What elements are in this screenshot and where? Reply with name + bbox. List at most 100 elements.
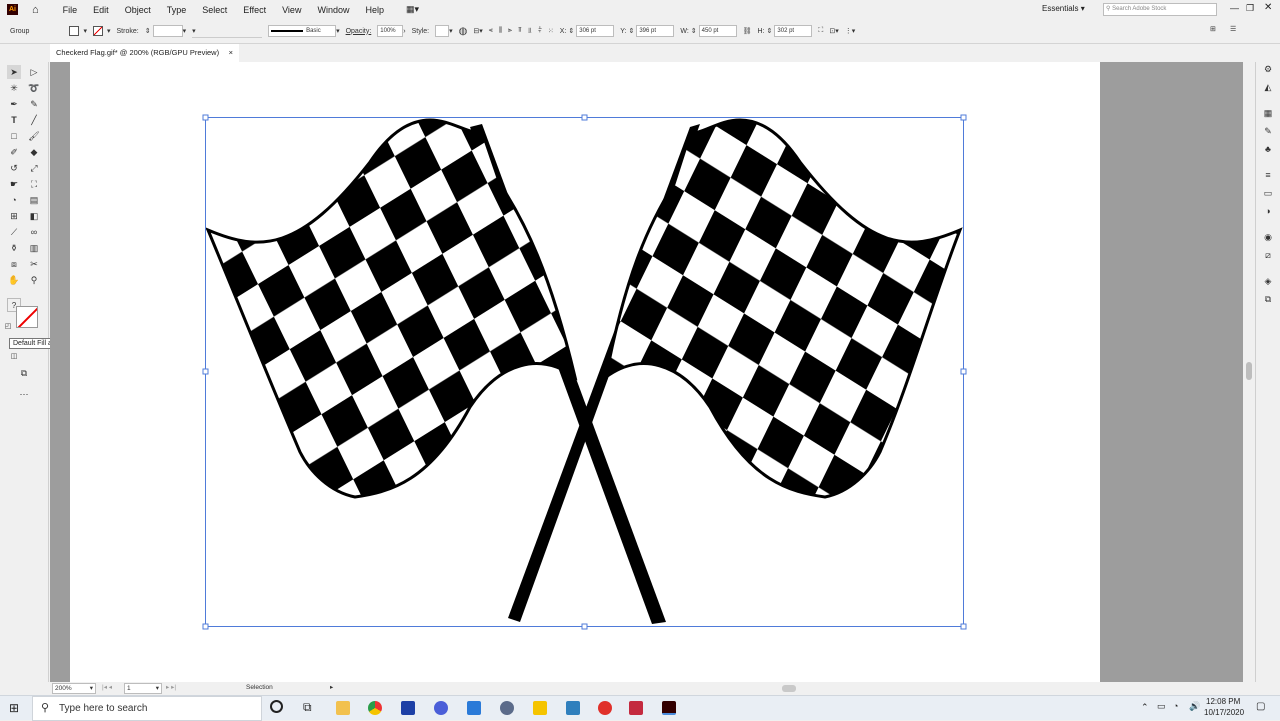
horizontal-scrollbar[interactable]: [342, 685, 1242, 692]
brushes-panel-icon[interactable]: ✎: [1261, 124, 1275, 138]
stroke-none-swatch[interactable]: [16, 306, 38, 328]
align-left-icon[interactable]: ⫷: [489, 24, 493, 38]
artboard-tool-icon[interactable]: ⧈: [7, 257, 21, 271]
close-window-button[interactable]: ✕: [1264, 2, 1272, 13]
screen-mode-icon[interactable]: ⧉: [17, 366, 31, 380]
restore-button[interactable]: ❐: [1246, 3, 1254, 14]
slice-tool-icon[interactable]: ✂: [27, 257, 41, 271]
cortana-icon[interactable]: [270, 700, 283, 713]
wifi-icon[interactable]: ◔: [1173, 701, 1178, 711]
gradient-panel-icon[interactable]: ▭: [1261, 186, 1275, 200]
align-bottom-icon[interactable]: ⫩: [538, 24, 542, 38]
lasso-tool-icon[interactable]: ➰: [27, 81, 41, 95]
clock-date[interactable]: 10/17/2020: [1204, 708, 1244, 717]
document-tab[interactable]: Checkerd Flag.gif* @ 200% (RGB/GPU Previ…: [50, 44, 239, 62]
curvature-tool-icon[interactable]: ✎: [27, 97, 41, 111]
start-button[interactable]: ⊞: [9, 701, 19, 715]
ru-app-icon[interactable]: [401, 701, 415, 715]
edit-toolbar-icon[interactable]: ⋯: [17, 387, 31, 401]
stroke-panel-icon[interactable]: ≡: [1261, 168, 1275, 182]
x-input[interactable]: ⇕ 306 pt: [568, 24, 615, 38]
eyedropper-tool-icon[interactable]: ⟋: [7, 225, 21, 239]
panel-grid-icon[interactable]: ⊞: [1210, 25, 1216, 33]
isolate-icon[interactable]: ⊡▾: [829, 24, 838, 38]
arrange-documents-icon[interactable]: ▦▾: [406, 4, 419, 15]
menu-window[interactable]: Window: [309, 5, 357, 15]
layers-panel-icon[interactable]: ◈: [1261, 274, 1275, 288]
menu-object[interactable]: Object: [117, 5, 159, 15]
blend-tool-icon[interactable]: ∞: [27, 225, 41, 239]
file-explorer-icon[interactable]: [336, 701, 350, 715]
clock-time[interactable]: 12:08 PM: [1206, 697, 1240, 706]
red-app-icon[interactable]: [629, 701, 643, 715]
appearance-panel-icon[interactable]: ◉: [1261, 230, 1275, 244]
symbols-panel-icon[interactable]: ♣: [1261, 142, 1275, 156]
color-panel-icon[interactable]: ▦: [1261, 106, 1275, 120]
opacity-input[interactable]: 100% ›: [377, 24, 406, 38]
close-tab-button[interactable]: ×: [229, 44, 233, 62]
artboard-number-select[interactable]: 1 ▾: [124, 683, 162, 694]
drawing-mode-icon[interactable]: ◫: [7, 350, 21, 364]
shaper-tool-icon[interactable]: ✐: [7, 145, 21, 159]
task-view-icon[interactable]: ⧉: [303, 700, 312, 715]
artboards-panel-icon[interactable]: ⧉: [1261, 292, 1275, 306]
align-middle-icon[interactable]: ⫫: [528, 24, 532, 38]
brush-definition-select[interactable]: Basic ▾: [268, 24, 340, 38]
line-tool-icon[interactable]: ╱: [27, 113, 41, 127]
blue-app-icon[interactable]: [467, 701, 481, 715]
align-center-icon[interactable]: ⫼: [499, 24, 502, 38]
pen-app-icon[interactable]: [434, 701, 448, 715]
libraries-panel-icon[interactable]: ◭: [1261, 80, 1275, 94]
hand-tool-icon[interactable]: ✋: [7, 273, 21, 287]
workspace-switcher[interactable]: Essentials ▾: [1042, 4, 1085, 13]
canvas-area[interactable]: [50, 62, 1243, 682]
variable-width-select[interactable]: ▾: [192, 24, 263, 38]
calculator-app-icon[interactable]: [566, 701, 580, 715]
panel-menu-icon[interactable]: ☰: [1230, 25, 1236, 33]
reference-point-icon[interactable]: ⁙: [548, 24, 554, 38]
tray-chevron-icon[interactable]: ⌃: [1141, 702, 1149, 713]
default-fill-stroke-icon[interactable]: ◰: [1, 320, 15, 334]
symbol-sprayer-tool-icon[interactable]: ⚱: [7, 241, 21, 255]
chrome-icon[interactable]: [368, 701, 382, 715]
rotate-tool-icon[interactable]: ↺: [7, 161, 21, 175]
paintbrush-tool-icon[interactable]: 🖌: [27, 129, 41, 143]
stroke-swatch[interactable]: ▾: [92, 24, 111, 38]
media-app-icon[interactable]: [598, 701, 612, 715]
w-input[interactable]: ⇕ 450 pt: [691, 24, 737, 38]
menu-file[interactable]: File: [55, 5, 86, 15]
eraser-tool-icon[interactable]: ◆: [27, 145, 41, 159]
align-top-icon[interactable]: ⫪: [518, 24, 522, 38]
vertical-scrollbar[interactable]: [1243, 62, 1255, 682]
scroll-thumb[interactable]: [1246, 362, 1252, 380]
zoom-tool-icon[interactable]: ⚲: [27, 273, 41, 287]
type-tool-icon[interactable]: T: [7, 113, 21, 127]
constrain-proportions-icon[interactable]: ⛓: [743, 24, 752, 38]
illustrator-logo[interactable]: Ai: [7, 4, 18, 15]
zoom-select[interactable]: 200% ▾: [52, 683, 96, 694]
scale-tool-icon[interactable]: ⤢: [27, 161, 41, 175]
mesh-tool-icon[interactable]: ⊞: [7, 209, 21, 223]
properties-panel-icon[interactable]: ⚙: [1261, 62, 1275, 76]
artboard[interactable]: [70, 62, 1100, 682]
shape-builder-tool-icon[interactable]: ◔: [7, 193, 21, 207]
recolor-artwork-icon[interactable]: ◍: [459, 24, 468, 38]
gear-app-icon[interactable]: [500, 701, 514, 715]
transparency-panel-icon[interactable]: ◑: [1261, 204, 1275, 218]
menu-effect[interactable]: Effect: [235, 5, 274, 15]
selection-tool-icon[interactable]: ➤: [7, 65, 21, 79]
pen-tool-icon[interactable]: ✒: [7, 97, 21, 111]
fill-swatch[interactable]: ▾: [69, 24, 87, 38]
magic-wand-tool-icon[interactable]: ✳: [7, 81, 21, 95]
horizontal-scroll-thumb[interactable]: [782, 685, 796, 692]
column-graph-tool-icon[interactable]: ▥: [27, 241, 41, 255]
rectangle-tool-icon[interactable]: □: [7, 129, 21, 143]
graphic-style-swatch[interactable]: ▾: [435, 24, 453, 38]
checkered-flags-artwork[interactable]: [70, 62, 1100, 682]
stock-search-input[interactable]: ⚲ Search Adobe Stock: [1103, 3, 1217, 16]
menu-type[interactable]: Type: [159, 5, 195, 15]
menu-select[interactable]: Select: [194, 5, 235, 15]
next-artboard-button[interactable]: ▸ ▸|: [166, 683, 176, 691]
h-input[interactable]: ⇕ 302 pt: [767, 24, 813, 38]
warp-tool-icon[interactable]: ☛: [7, 177, 21, 191]
